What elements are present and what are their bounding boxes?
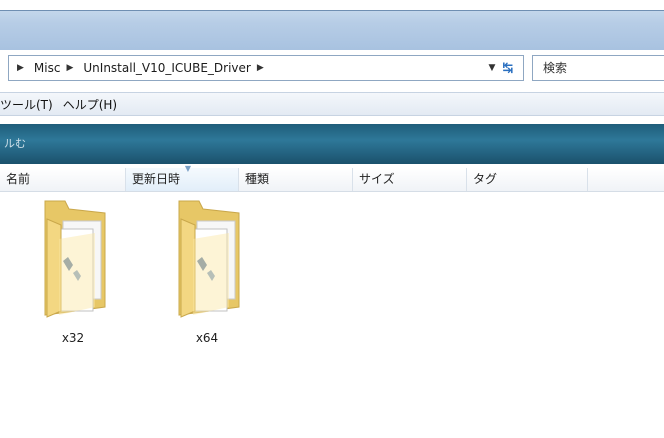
breadcrumb-root-arrow[interactable]: ▶ bbox=[9, 56, 32, 80]
menu-item-tools[interactable]: ツール(T) bbox=[0, 96, 63, 113]
breadcrumb-label: Misc bbox=[33, 61, 61, 75]
folder-icon bbox=[44, 200, 106, 318]
folder-item-x64[interactable]: x64 bbox=[157, 199, 257, 349]
column-header-name[interactable]: 名前 bbox=[0, 168, 126, 191]
sort-arrow-icon: ▼ bbox=[184, 164, 192, 173]
window-top bbox=[0, 0, 664, 10]
breadcrumb-item-uninstall[interactable]: UnInstall_V10_ICUBE_Driver ▶ bbox=[81, 56, 271, 80]
refresh-icon: ↹ bbox=[502, 60, 514, 76]
column-header-tags[interactable]: タグ bbox=[467, 168, 588, 191]
window-frame-edge bbox=[0, 10, 664, 11]
column-header-size[interactable]: サイズ bbox=[353, 168, 467, 191]
window-frame bbox=[0, 0, 664, 50]
file-list-area[interactable]: x32 x64 bbox=[0, 193, 664, 438]
folder-icon bbox=[178, 200, 240, 318]
address-bar[interactable]: ▶ Misc ▶ UnInstall_V10_ICUBE_Driver ▶ ▼ bbox=[8, 55, 524, 81]
column-header-type[interactable]: 種類 bbox=[239, 168, 353, 191]
chevron-down-icon: ▼ bbox=[488, 63, 496, 73]
toolbar-organize-label[interactable]: ルむ bbox=[4, 135, 26, 151]
folder-label: x32 bbox=[61, 331, 85, 345]
column-header: 名前 更新日時 ▼ 種類 サイズ タグ bbox=[0, 164, 664, 192]
breadcrumb-item-misc[interactable]: Misc ▶ bbox=[32, 56, 81, 80]
chevron-right-icon: ▶ bbox=[256, 63, 264, 73]
command-toolbar: ルむ bbox=[0, 124, 664, 164]
search-placeholder: 検索 bbox=[543, 61, 568, 75]
chevron-right-icon: ▶ bbox=[66, 63, 74, 73]
menu-bar: ツール(T) ヘルプ(H) bbox=[0, 92, 664, 116]
refresh-button[interactable]: ↹ bbox=[497, 57, 519, 79]
search-input[interactable]: 検索 bbox=[532, 55, 664, 81]
menu-item-help[interactable]: ヘルプ(H) bbox=[63, 96, 127, 113]
chevron-right-icon: ▶ bbox=[17, 63, 24, 73]
folder-item-x32[interactable]: x32 bbox=[23, 199, 123, 349]
breadcrumb-label: UnInstall_V10_ICUBE_Driver bbox=[83, 61, 251, 75]
folder-label: x64 bbox=[195, 331, 219, 345]
